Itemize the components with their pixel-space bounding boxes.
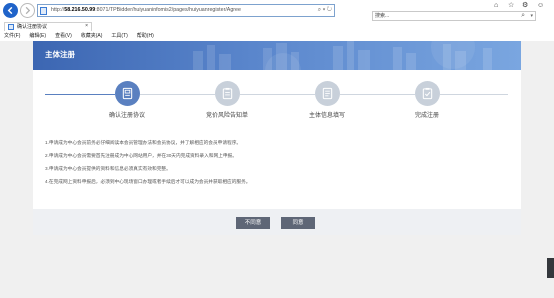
star-icon[interactable]: ☆ <box>508 2 514 10</box>
agreement-terms: 1.申请成为中心会员前务必仔细阅读本会员管理办法和会员协议，并了解相应的会员申请… <box>45 140 505 192</box>
step-3-circle <box>315 81 340 106</box>
page-icon <box>40 7 47 15</box>
forward-button[interactable] <box>20 3 35 18</box>
step-1-label: 确认注册协议 <box>108 113 145 119</box>
tab-agree[interactable]: 确认注册协议 × <box>4 22 92 31</box>
menu-bar: 文件(F) 编辑(E) 查看(V) 收藏夹(A) 工具(T) 帮助(H) <box>0 31 554 41</box>
document-icon <box>122 87 133 100</box>
term-4: 4.在完成网上资料申报后，必须到中心现场窗口办理或者手续后才可以成为会员并获取相… <box>45 179 251 184</box>
term-3: 3.申请成为中心会员提供的资料和信息必须真实有效和完整。 <box>45 166 171 171</box>
page-icon <box>8 24 14 30</box>
term-1: 1.申请成为中心会员前务必仔细阅读本会员管理办法和会员协议，并了解相应的会员申请… <box>45 140 242 145</box>
step-connector <box>340 94 415 95</box>
page-title: 主体注册 <box>45 50 75 59</box>
arrow-left-icon <box>7 6 13 15</box>
step-3-label: 主体信息填写 <box>308 113 345 119</box>
side-panel-handle[interactable] <box>547 258 554 278</box>
search-icon[interactable]: ⌕ <box>521 12 525 20</box>
action-footer: 不同意 同意 <box>33 209 521 235</box>
menu-help[interactable]: 帮助(H) <box>137 32 154 41</box>
step-progress: 确认注册协议 竞价风险告知单 主体信息填写 完成注册 <box>33 81 521 127</box>
close-icon[interactable]: × <box>85 23 88 30</box>
menu-view[interactable]: 查看(V) <box>55 32 72 41</box>
step-1-circle <box>115 81 140 106</box>
menu-file[interactable]: 文件(F) <box>4 32 20 41</box>
registration-card: 主体注册 确认注册协议 竞价风险告知单 主体信息填写 完成注册 1.申请成为中心… <box>33 41 521 235</box>
menu-tools[interactable]: 工具(T) <box>111 32 127 41</box>
step-2-circle <box>215 81 240 106</box>
home-icon[interactable]: ⌂ <box>494 2 498 10</box>
check-clipboard-icon <box>422 87 433 100</box>
step-4-label: 完成注册 <box>414 113 439 119</box>
address-bar[interactable]: http://58.216.50.99:8071/TPBidder/huiyua… <box>37 4 335 17</box>
step-4-circle <box>415 81 440 106</box>
gear-icon[interactable]: ⚙ <box>522 2 528 10</box>
step-connector <box>140 94 215 95</box>
search-placeholder: 搜索... <box>375 13 390 19</box>
step-connector <box>45 94 115 95</box>
disagree-button[interactable]: 不同意 <box>236 217 270 229</box>
menu-favorites[interactable]: 收藏夹(A) <box>81 32 103 41</box>
step-connector <box>440 94 508 95</box>
clipboard-icon <box>222 87 233 100</box>
search-input[interactable]: 搜索... ⌕ ▾ <box>372 11 536 21</box>
form-list-icon <box>322 87 333 100</box>
browser-toolbar: http://58.216.50.99:8071/TPBidder/huiyua… <box>0 0 554 21</box>
tab-title: 确认注册协议 <box>17 23 48 30</box>
smiley-icon[interactable]: ☺ <box>537 2 544 10</box>
tab-strip: 确认注册协议 × <box>0 21 554 31</box>
menu-edit[interactable]: 编辑(E) <box>29 32 46 41</box>
city-skyline-graphic <box>193 41 492 70</box>
chevron-down-icon[interactable]: ▾ <box>530 12 533 20</box>
address-url[interactable]: http://58.216.50.99:8071/TPBidder/huiyua… <box>51 5 241 16</box>
back-button[interactable] <box>3 3 18 18</box>
banner: 主体注册 <box>33 41 521 70</box>
arrow-right-icon <box>25 6 31 15</box>
step-2-label: 竞价风险告知单 <box>205 113 248 119</box>
step-connector <box>240 94 315 95</box>
address-tools[interactable]: ⌕ ▾ ↻ <box>318 5 332 16</box>
term-2: 2.申请成为中心会员需要首先注册成为中心网站用户，并在30天内完成资料录入和网上… <box>45 153 237 158</box>
agree-button[interactable]: 同意 <box>281 217 315 229</box>
